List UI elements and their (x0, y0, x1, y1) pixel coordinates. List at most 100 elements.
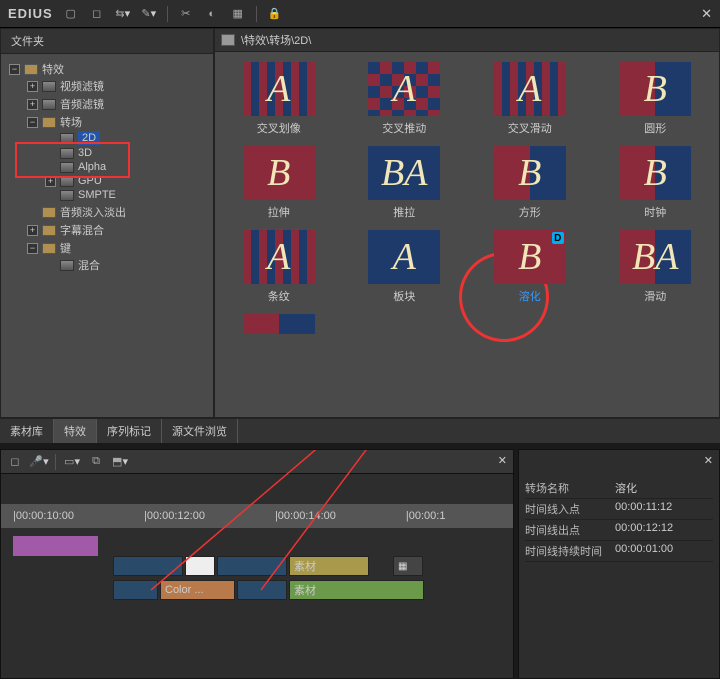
transition-thumb[interactable]: A交叉滑动 (474, 62, 586, 136)
tree-label: 混合 (78, 257, 100, 273)
group-icon[interactable]: ⬒▾ (112, 454, 128, 470)
tree-item[interactable]: +字幕混合 (27, 222, 209, 238)
path-text: \特效\转场\2D\ (241, 32, 311, 48)
grid-icon[interactable]: ▦ (230, 6, 246, 22)
tool-icon[interactable]: ◻ (7, 454, 23, 470)
transition-thumb[interactable]: B时钟 (600, 146, 712, 220)
transition-thumb[interactable]: BD溶化 (474, 230, 586, 304)
tree-label: 特效 (42, 61, 64, 77)
info-row: 时间线持续时间00:00:01:00 (525, 541, 713, 562)
transition-thumb[interactable] (223, 314, 335, 334)
expand-icon[interactable]: + (27, 99, 38, 110)
track-area[interactable]: 素材 ▦ Color ... 素材 (1, 528, 513, 608)
expand-icon[interactable]: + (27, 81, 38, 92)
tree-item[interactable]: −键 (27, 240, 209, 256)
clip-icon (42, 99, 56, 110)
collapse-icon[interactable]: − (9, 64, 20, 75)
close-icon[interactable]: ✕ (704, 454, 713, 467)
timeline-clip[interactable] (113, 556, 183, 576)
lock-icon[interactable]: 🔒 (267, 6, 283, 22)
timeline-clip[interactable] (185, 556, 215, 576)
tree-item[interactable]: + GPU (45, 175, 209, 187)
tree-item[interactable]: 混合 (45, 257, 209, 273)
folder-tab[interactable]: 文件夹 (1, 29, 213, 54)
timeline-clip[interactable] (237, 580, 287, 600)
transition-thumb[interactable]: A条纹 (223, 230, 335, 304)
folder-icon (24, 64, 38, 75)
thumb-letter: BA (381, 151, 427, 195)
thumb-image: A (243, 230, 315, 284)
folder-icon (42, 225, 56, 236)
tab-markers[interactable]: 序列标记 (97, 419, 162, 443)
tree-item[interactable]: +视频滤镜 (27, 78, 209, 94)
thumb-image: A (494, 62, 566, 116)
tree-item-transitions[interactable]: −转场 (27, 114, 209, 130)
info-panel: ✕ 转场名称溶化 时间线入点00:00:11:12 时间线出点00:00:12:… (518, 449, 720, 679)
timeline-clip[interactable]: 素材 (289, 556, 369, 576)
info-row: 时间线出点00:00:12:12 (525, 520, 713, 541)
transition-thumb[interactable]: B圆形 (600, 62, 712, 136)
close-icon[interactable]: ✕ (498, 454, 507, 467)
expand-icon[interactable]: + (27, 225, 38, 236)
open-icon[interactable]: ◻ (89, 6, 105, 22)
cut-icon[interactable]: ✂ (178, 6, 194, 22)
timeline-clip[interactable] (113, 580, 158, 600)
ruler-tick: |00:00:10:00 (13, 510, 74, 522)
video-track[interactable]: 素材 ▦ (13, 556, 501, 576)
tree-item-2d[interactable]: 2D (45, 131, 209, 145)
tab-effects[interactable]: 特效 (54, 419, 97, 443)
link-icon[interactable]: ⧉ (88, 454, 104, 470)
video-track[interactable] (13, 536, 98, 556)
mic-icon[interactable]: 🎤▾ (31, 454, 47, 470)
transition-thumb[interactable]: BA推拉 (349, 146, 461, 220)
tree-label: GPU (78, 175, 102, 187)
thumb-label: 圆形 (644, 120, 666, 136)
thumb-letter: B (518, 151, 541, 195)
separator (167, 6, 168, 22)
folder-icon (42, 117, 56, 128)
transition-thumb[interactable]: B拉伸 (223, 146, 335, 220)
clip-icon (60, 162, 74, 173)
clip-icon (60, 260, 74, 271)
timeline-clip[interactable]: 素材 (289, 580, 424, 600)
time-ruler[interactable]: |00:00:10:00 |00:00:12:00 |00:00:14:00 |… (1, 504, 513, 528)
mode-icon[interactable]: ▭▾ (64, 454, 80, 470)
expand-icon[interactable]: + (45, 176, 56, 187)
info-value: 00:00:11:12 (615, 501, 672, 517)
folder-panel: 文件夹 − 特效 +视频滤镜 +音频滤镜 −转场 2D 3D Alpha (0, 28, 214, 418)
tree-root[interactable]: − 特效 (9, 61, 209, 77)
close-icon[interactable]: ✕ (701, 6, 712, 22)
tree-item[interactable]: SMPTE (45, 189, 209, 201)
audio-track[interactable]: Color ... 素材 (13, 580, 501, 600)
tree-label: SMPTE (78, 189, 116, 201)
transition-thumb[interactable]: A交叉推动 (349, 62, 461, 136)
folder-tree: − 特效 +视频滤镜 +音频滤镜 −转场 2D 3D Alpha + GPU SMP… (1, 54, 213, 417)
timeline-clip[interactable]: ▦ (393, 556, 423, 576)
transition-thumb[interactable]: A板块 (349, 230, 461, 304)
info-value: 溶化 (615, 480, 637, 496)
thumb-letter: A (267, 67, 290, 111)
clip-icon (60, 133, 74, 144)
thumb-letter: A (393, 235, 416, 279)
tab-browser[interactable]: 源文件浏览 (162, 419, 238, 443)
folder-icon[interactable] (221, 34, 235, 46)
edit-icon[interactable]: ✎▾ (141, 6, 157, 22)
tree-item[interactable]: 3D (45, 147, 209, 159)
transition-thumb[interactable]: A交叉划像 (223, 62, 335, 136)
tree-item[interactable]: 音频淡入淡出 (27, 204, 209, 220)
collapse-icon[interactable]: − (27, 117, 38, 128)
tools-icon[interactable]: ⇆▾ (115, 6, 131, 22)
tree-item[interactable]: +音频滤镜 (27, 96, 209, 112)
new-icon[interactable]: ▢ (63, 6, 79, 22)
timeline-clip[interactable] (217, 556, 287, 576)
tree-label: 2D (78, 131, 100, 145)
separator (55, 454, 56, 470)
tab-library[interactable]: 素材库 (0, 419, 54, 443)
info-key: 时间线入点 (525, 501, 615, 517)
collapse-icon[interactable]: − (27, 243, 38, 254)
tree-item[interactable]: Alpha (45, 161, 209, 173)
eyedrop-icon[interactable]: ◐ (204, 6, 220, 22)
timeline-clip[interactable]: Color ... (160, 580, 235, 600)
transition-thumb[interactable]: B方形 (474, 146, 586, 220)
transition-thumb[interactable]: BA滑动 (600, 230, 712, 304)
